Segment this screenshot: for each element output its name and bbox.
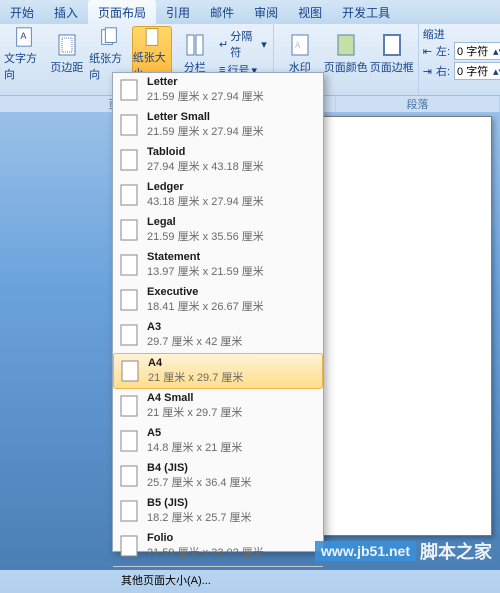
paragraph-group: 缩进 ⇤左:▴▾ ⇥右:▴▾ 间距 ⇡段前:▴▾ ⇣段后:▴▾ bbox=[419, 24, 500, 95]
size-option-statement[interactable]: Statement13.97 厘米 x 21.59 厘米 bbox=[113, 248, 323, 283]
text-direction-button[interactable]: A文字方向 bbox=[4, 26, 45, 82]
page-icon bbox=[119, 113, 139, 137]
size-option-b5--jis-[interactable]: B5 (JIS)18.2 厘米 x 25.7 厘米 bbox=[113, 494, 323, 529]
tab-插入[interactable]: 插入 bbox=[44, 0, 88, 24]
tab-引用[interactable]: 引用 bbox=[156, 0, 200, 24]
indent-label: 缩进 bbox=[423, 26, 500, 42]
paper-size-dropdown: Letter21.59 厘米 x 27.94 厘米Letter Small21.… bbox=[112, 72, 324, 552]
tab-bar: 开始插入页面布局引用邮件审阅视图开发工具 bbox=[0, 0, 500, 24]
size-option-a5[interactable]: A514.8 厘米 x 21 厘米 bbox=[113, 424, 323, 459]
page-icon bbox=[119, 323, 139, 347]
svg-text:A: A bbox=[295, 41, 301, 50]
svg-text:A: A bbox=[21, 31, 28, 41]
size-option-a3[interactable]: A329.7 厘米 x 42 厘米 bbox=[113, 318, 323, 353]
more-paper-sizes[interactable]: 其他页面大小(A)... bbox=[113, 566, 323, 593]
breaks-icon: ↵ bbox=[219, 38, 228, 51]
page-icon bbox=[119, 534, 139, 558]
page-border-button[interactable]: 页面边框 bbox=[370, 26, 414, 82]
page-icon bbox=[119, 183, 139, 207]
page-icon bbox=[119, 499, 139, 523]
indent-left-input[interactable]: ▴▾ bbox=[454, 42, 500, 60]
size-option-ledger[interactable]: Ledger43.18 厘米 x 27.94 厘米 bbox=[113, 178, 323, 213]
document-page[interactable] bbox=[312, 116, 492, 536]
page-icon bbox=[119, 429, 139, 453]
size-option-a4[interactable]: A421 厘米 x 29.7 厘米 bbox=[113, 353, 323, 389]
page-icon bbox=[120, 359, 140, 383]
page-icon bbox=[119, 253, 139, 277]
size-option-b4--jis-[interactable]: B4 (JIS)25.7 厘米 x 36.4 厘米 bbox=[113, 459, 323, 494]
size-option-folio[interactable]: Folio21.59 厘米 x 33.02 厘米 bbox=[113, 529, 323, 564]
page-icon bbox=[119, 218, 139, 242]
tab-开始[interactable]: 开始 bbox=[0, 0, 44, 24]
indent-left-icon: ⇤ bbox=[423, 45, 432, 58]
page-icon bbox=[119, 464, 139, 488]
size-option-executive[interactable]: Executive18.41 厘米 x 26.67 厘米 bbox=[113, 283, 323, 318]
size-option-legal[interactable]: Legal21.59 厘米 x 35.56 厘米 bbox=[113, 213, 323, 248]
size-option-letter[interactable]: Letter21.59 厘米 x 27.94 厘米 bbox=[113, 73, 323, 108]
margins-button[interactable]: 页边距 bbox=[47, 26, 88, 82]
size-option-tabloid[interactable]: Tabloid27.94 厘米 x 43.18 厘米 bbox=[113, 143, 323, 178]
indent-right-input[interactable]: ▴▾ bbox=[454, 62, 500, 80]
page-icon bbox=[119, 288, 139, 312]
tab-页面布局[interactable]: 页面布局 bbox=[88, 0, 156, 24]
page-color-button[interactable]: 页面颜色 bbox=[324, 26, 368, 82]
tab-视图[interactable]: 视图 bbox=[288, 0, 332, 24]
site-watermark: www.jb51.net 脚本之家 bbox=[315, 538, 492, 564]
tab-开发工具[interactable]: 开发工具 bbox=[332, 0, 400, 24]
size-option-a4-small[interactable]: A4 Small21 厘米 x 29.7 厘米 bbox=[113, 389, 323, 424]
size-option-letter-small[interactable]: Letter Small21.59 厘米 x 27.94 厘米 bbox=[113, 108, 323, 143]
breaks-button[interactable]: ↵分隔符 ▾ bbox=[219, 28, 267, 60]
page-icon bbox=[119, 78, 139, 102]
indent-right-icon: ⇥ bbox=[423, 65, 432, 78]
tab-审阅[interactable]: 审阅 bbox=[244, 0, 288, 24]
page-icon bbox=[119, 394, 139, 418]
tab-邮件[interactable]: 邮件 bbox=[200, 0, 244, 24]
page-icon bbox=[119, 148, 139, 172]
